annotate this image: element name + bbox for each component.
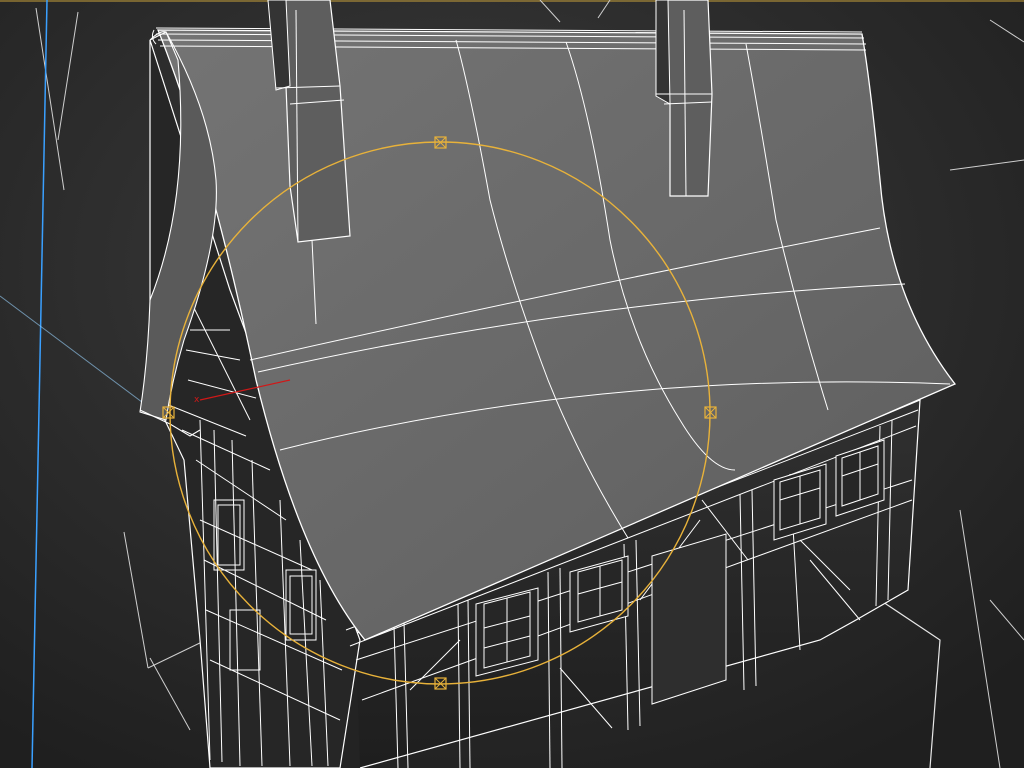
window-1[interactable] [475,587,539,677]
pivot-x-label: x [194,395,200,405]
3d-viewport[interactable]: x [0,0,1024,768]
doorway-1[interactable] [651,533,727,705]
